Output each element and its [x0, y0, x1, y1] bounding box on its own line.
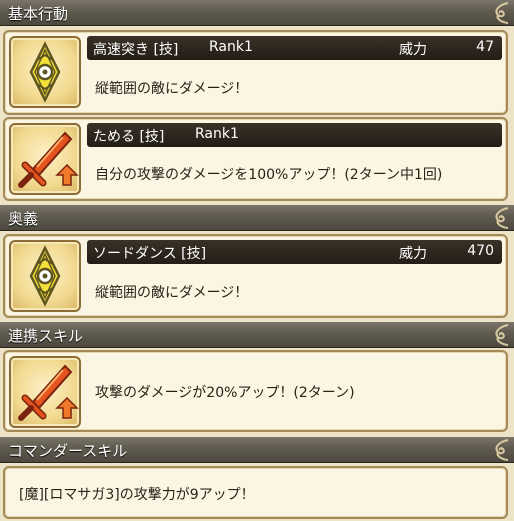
skill-name: ソードダンス [技]	[93, 246, 207, 262]
power-label: 威力	[399, 42, 427, 58]
skill-name-bar: 高速突き [技] Rank1 威力 47	[87, 36, 502, 60]
skill-name-bar: ソードダンス [技] 威力 470	[87, 240, 502, 264]
commander-skill-card[interactable]: [魔][ロマサガ3]の攻撃力が9アップ！	[3, 466, 508, 519]
section-title: 奥義	[8, 210, 39, 228]
section-title: 連携スキル	[8, 327, 84, 345]
commander-description: [魔][ロマサガ3]の攻撃力が9アップ！	[19, 487, 255, 503]
skill-rank: Rank1	[209, 39, 253, 55]
skill-icon-frame	[9, 123, 81, 195]
skill-card-link[interactable]: 攻撃のダメージが20%アップ！(2ターン)	[3, 350, 508, 432]
sword-technique-icon	[29, 41, 61, 103]
flourish-ornament-icon	[495, 324, 509, 346]
sword-technique-icon	[29, 245, 61, 307]
section-header-basic: 基本行動	[0, 0, 514, 26]
section-title: 基本行動	[8, 5, 69, 23]
section-header-renkei: 連携スキル	[0, 322, 514, 348]
power-value: 470	[467, 243, 494, 259]
flame-sword-up-icon	[18, 364, 79, 421]
skill-description: 縦範囲の敵にダメージ！	[95, 285, 249, 301]
section-header-ougi: 奥義	[0, 205, 514, 231]
flourish-ornament-icon	[495, 439, 509, 461]
skill-description: 攻撃のダメージが20%アップ！(2ターン)	[95, 385, 355, 401]
flourish-ornament-icon	[495, 2, 509, 24]
skill-card-sword-dance[interactable]: ソードダンス [技] 威力 470 縦範囲の敵にダメージ！	[3, 234, 508, 318]
skill-icon-frame	[9, 356, 81, 428]
skill-card-charge[interactable]: ためる [技] Rank1 自分の攻撃のダメージを100%アップ！(2ターン中1…	[3, 117, 508, 201]
skill-icon-frame	[9, 36, 81, 108]
section-header-commander: コマンダースキル	[0, 437, 514, 463]
skill-description: 自分の攻撃のダメージを100%アップ！(2ターン中1回)	[95, 167, 443, 183]
skill-name: ためる [技]	[93, 129, 165, 145]
power-label: 威力	[399, 246, 427, 262]
section-title: コマンダースキル	[8, 442, 128, 460]
skill-card-high-speed-thrust[interactable]: 高速突き [技] Rank1 威力 47 縦範囲の敵にダメージ！	[3, 30, 508, 115]
power-value: 47	[476, 39, 494, 55]
skill-name: 高速突き [技]	[93, 42, 179, 58]
skill-description: 縦範囲の敵にダメージ！	[95, 81, 249, 97]
skill-name-bar: ためる [技] Rank1	[87, 123, 502, 147]
flourish-ornament-icon	[495, 207, 509, 229]
flame-sword-up-icon	[18, 131, 79, 188]
skill-icon-frame	[9, 240, 81, 312]
skill-rank: Rank1	[195, 126, 239, 142]
